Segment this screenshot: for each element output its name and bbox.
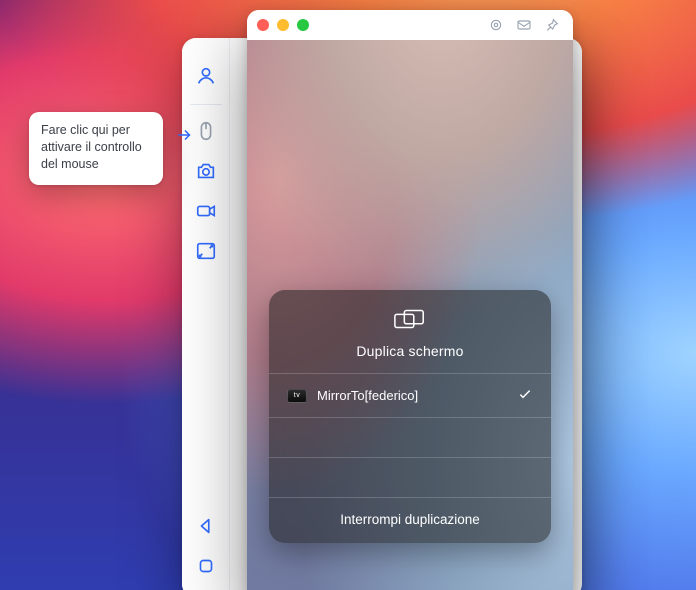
- airplay-title: Duplica schermo: [356, 343, 463, 359]
- profile-icon[interactable]: [188, 58, 224, 94]
- tooltip-text: Fare clic qui per attivare il controllo …: [41, 123, 142, 171]
- record-icon[interactable]: [188, 193, 224, 229]
- close-window-button[interactable]: [257, 19, 269, 31]
- screen-mirror-icon: [393, 308, 427, 337]
- fullscreen-icon[interactable]: [188, 233, 224, 269]
- airplay-device-name: MirrorTo[federico]: [317, 388, 418, 403]
- zoom-window-button[interactable]: [297, 19, 309, 31]
- divider: [190, 104, 222, 105]
- stop-mirroring-button[interactable]: Interrompi duplicazione: [269, 497, 551, 543]
- airplay-empty-row[interactable]: [269, 417, 551, 457]
- stop-mirroring-label: Interrompi duplicazione: [340, 512, 480, 527]
- phone-mirror-window: Duplica schermo tv MirrorTo[federico] In…: [247, 10, 573, 590]
- tooltip-bubble: Fare clic qui per attivare il controllo …: [29, 112, 163, 185]
- mirrored-screen: Duplica schermo tv MirrorTo[federico] In…: [247, 40, 573, 590]
- home-icon[interactable]: [188, 548, 224, 584]
- back-icon[interactable]: [188, 508, 224, 544]
- airplay-device-row[interactable]: tv MirrorTo[federico]: [269, 373, 551, 417]
- check-icon: [517, 386, 533, 405]
- appletv-icon-label: tv: [294, 392, 300, 399]
- pin-icon[interactable]: [541, 14, 563, 36]
- mouse-icon[interactable]: [188, 113, 224, 149]
- airplay-empty-row[interactable]: [269, 457, 551, 497]
- window-titlebar: [247, 10, 573, 40]
- traffic-lights: [257, 19, 309, 31]
- minimize-window-button[interactable]: [277, 19, 289, 31]
- appletv-icon: tv: [287, 389, 307, 403]
- camera-icon[interactable]: [188, 153, 224, 189]
- mail-icon[interactable]: [513, 14, 535, 36]
- airplay-header: Duplica schermo: [269, 308, 551, 373]
- airplay-card: Duplica schermo tv MirrorTo[federico] In…: [269, 290, 551, 543]
- target-icon[interactable]: [485, 14, 507, 36]
- app-sidebar: [182, 38, 230, 590]
